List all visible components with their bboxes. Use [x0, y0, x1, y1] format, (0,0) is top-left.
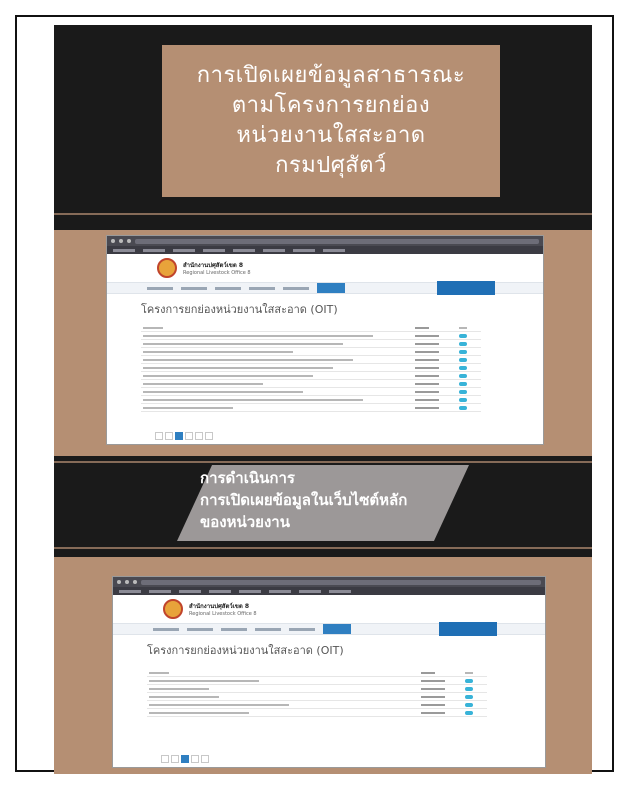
poster: การเปิดเผยข้อมูลสาธารณะ ตามโครงการยกย่อง…	[54, 25, 592, 774]
bookmark-bar	[107, 246, 543, 254]
divider-line	[54, 213, 592, 215]
page-title: โครงการยกย่องหน่วยงานใสสะอาด (OIT)	[141, 303, 338, 316]
table-row	[141, 347, 481, 356]
page-title: โครงการยกย่องหน่วยงานใสสะอาด (OIT)	[147, 644, 344, 657]
table-row	[147, 684, 487, 693]
table-row	[147, 669, 487, 677]
department-logo-icon	[163, 599, 183, 619]
department-logo-icon	[157, 258, 177, 278]
section-label-line-2: การเปิดเผยข้อมูลในเว็บไซต์หลัก	[200, 491, 408, 509]
bookmark-bar	[113, 587, 545, 595]
nav-highlight-button	[437, 281, 495, 295]
org-name: สำนักงานปศุสัตว์เขต 8	[183, 262, 244, 269]
poster-title-line-4: กรมปศุสัตว์	[275, 153, 387, 178]
poster-title-line-1: การเปิดเผยข้อมูลสาธารณะ	[196, 63, 466, 88]
table-row	[141, 403, 481, 412]
table-row	[147, 676, 487, 685]
org-name: สำนักงานปศุสัตว์เขต 8	[189, 603, 250, 610]
section-label-line-1: การดำเนินการ	[200, 469, 295, 487]
pagination	[155, 432, 213, 440]
poster-title-box: การเปิดเผยข้อมูลสาธารณะ ตามโครงการยกย่อง…	[162, 45, 500, 197]
pagination	[161, 755, 209, 763]
org-subtitle: Regional Livestock Office 8	[183, 270, 251, 276]
table-row	[141, 331, 481, 340]
table-row	[141, 379, 481, 388]
site-header: สำนักงานปศุสัตว์เขต 8 Regional Livestock…	[107, 254, 543, 282]
divider-line	[54, 547, 592, 549]
section-label: การดำเนินการ การเปิดเผยข้อมูลในเว็บไซต์ห…	[200, 467, 480, 533]
browser-chrome	[113, 577, 545, 587]
table-row	[141, 395, 481, 404]
website-screenshot-2: สำนักงานปศุสัตว์เขต 8 Regional Livestock…	[112, 576, 546, 768]
poster-title-line-2: ตามโครงการยกย่อง	[231, 93, 431, 118]
table-row	[147, 692, 487, 701]
site-header: สำนักงานปศุสัตว์เขต 8 Regional Livestock…	[113, 595, 545, 623]
table-row	[141, 363, 481, 372]
website-screenshot-1: สำนักงานปศุสัตว์เขต 8 Regional Livestock…	[106, 235, 544, 445]
table-row	[147, 700, 487, 709]
table-row	[147, 708, 487, 717]
browser-chrome	[107, 236, 543, 246]
section-label-line-3: ของหน่วยงาน	[200, 513, 290, 531]
divider-line	[54, 461, 592, 463]
oit-table-2	[147, 669, 487, 717]
table-row	[141, 371, 481, 380]
table-row	[141, 355, 481, 364]
site-nav	[113, 622, 545, 636]
table-row	[141, 387, 481, 396]
table-row	[141, 339, 481, 348]
table-row	[141, 324, 481, 332]
oit-table-1	[141, 324, 481, 412]
poster-title-line-3: หน่วยงานใสสะอาด	[236, 123, 426, 148]
site-nav	[107, 281, 543, 295]
org-subtitle: Regional Livestock Office 8	[189, 611, 257, 617]
nav-highlight-button	[439, 622, 497, 636]
